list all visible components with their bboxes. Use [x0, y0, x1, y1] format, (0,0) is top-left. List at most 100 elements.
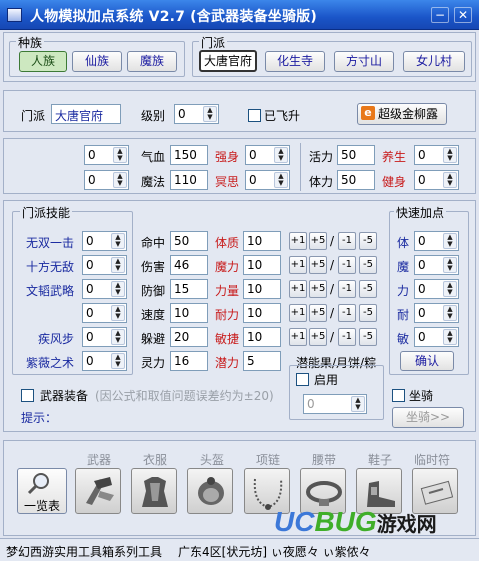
quick-attr-label: 敏: [397, 332, 410, 346]
quick-attr-spinner[interactable]: 0 ▲ ▼: [414, 279, 459, 299]
minus-five-button[interactable]: -5: [359, 280, 377, 298]
combat-stat-label: 躲避: [141, 332, 166, 346]
plus-five-button[interactable]: +5: [309, 304, 327, 322]
confirm-button[interactable]: 确认: [400, 351, 454, 371]
plus-one-button[interactable]: +1: [289, 328, 307, 346]
overview-button[interactable]: 一览表: [17, 468, 67, 514]
sect-option-datang[interactable]: 大唐官府: [199, 50, 257, 72]
qiangshen-spinner[interactable]: 0 ▲ ▼: [245, 145, 290, 165]
spin-arrows-icon[interactable]: ▲ ▼: [111, 281, 125, 297]
spin-arrows-icon[interactable]: ▲ ▼: [111, 353, 125, 369]
plus-five-button[interactable]: +5: [309, 328, 327, 346]
minus-five-button[interactable]: -5: [359, 304, 377, 322]
race-option-demon[interactable]: 魔族: [127, 51, 177, 72]
mp-point-spinner[interactable]: 0 ▲ ▼: [84, 170, 129, 190]
plus-five-button[interactable]: +5: [309, 280, 327, 298]
minus-one-button[interactable]: -1: [338, 328, 356, 346]
weapon-slot[interactable]: [75, 468, 121, 514]
hp-point-spinner[interactable]: 0 ▲ ▼: [84, 145, 129, 165]
mingsi-spinner[interactable]: 0 ▲ ▼: [245, 170, 290, 190]
minus-five-button[interactable]: -5: [359, 256, 377, 274]
mount-button[interactable]: 坐骑>>: [392, 407, 464, 428]
spin-arrows-icon[interactable]: ▲ ▼: [113, 172, 127, 188]
attribute-label: 力量: [215, 284, 240, 298]
adjust-separator: /: [330, 234, 335, 248]
quick-attr-spinner[interactable]: 0 ▲ ▼: [414, 255, 459, 275]
minimize-button[interactable]: −: [431, 7, 449, 23]
skill-name: 十方无敌: [26, 260, 75, 274]
spin-arrows-icon[interactable]: ▲ ▼: [203, 106, 217, 122]
super-jinliulu-button[interactable]: e 超级金柳露: [357, 103, 447, 125]
armor-slot[interactable]: [131, 468, 177, 514]
plus-one-button[interactable]: +1: [289, 304, 307, 322]
plus-one-button[interactable]: +1: [289, 280, 307, 298]
yangsheng-spinner[interactable]: 0 ▲ ▼: [414, 145, 459, 165]
race-sect-panel: 种族 人族 仙族 魔族 门派 大唐官府 化生寺 方寸山 女儿村: [3, 32, 476, 82]
sect-option-nver[interactable]: 女儿村: [403, 51, 465, 72]
spin-arrows-icon[interactable]: ▲ ▼: [443, 147, 457, 163]
attribute-label: 体质: [215, 236, 240, 250]
skill-spinner[interactable]: 0 ▲ ▼: [82, 231, 127, 251]
formula-note: (因公式和取值问题误差约为±20): [95, 389, 274, 403]
site-watermark: UCBUG游戏网 .com: [274, 506, 442, 550]
combat-stat-field: 20: [170, 327, 208, 347]
sect-option-huasheng[interactable]: 化生寺: [265, 51, 325, 72]
plus-one-button[interactable]: +1: [289, 256, 307, 274]
skill-spinner[interactable]: 0 ▲ ▼: [82, 351, 127, 371]
race-option-immortal[interactable]: 仙族: [72, 51, 122, 72]
race-option-human[interactable]: 人族: [19, 51, 67, 72]
minus-one-button[interactable]: -1: [338, 304, 356, 322]
spin-arrows-icon[interactable]: ▲ ▼: [274, 172, 288, 188]
spin-arrows-icon[interactable]: ▲ ▼: [443, 305, 457, 321]
spin-arrows-icon[interactable]: ▲ ▼: [111, 233, 125, 249]
minus-one-button[interactable]: -1: [338, 256, 356, 274]
plus-five-button[interactable]: +5: [309, 256, 327, 274]
ascend-checkbox[interactable]: [248, 109, 261, 122]
spin-arrows-icon[interactable]: ▲ ▼: [111, 257, 125, 273]
attribute-field: 10: [243, 255, 281, 275]
sect-option-fangcun[interactable]: 方寸山: [334, 51, 394, 72]
mingsi-label: 冥思: [215, 175, 240, 189]
minus-five-button[interactable]: -5: [359, 232, 377, 250]
sect-group-label: 门派: [199, 34, 228, 51]
mount-checkbox[interactable]: [392, 389, 405, 402]
quick-attr-spinner[interactable]: 0 ▲ ▼: [414, 327, 459, 347]
skill-spinner[interactable]: 0 ▲ ▼: [82, 279, 127, 299]
minus-five-button[interactable]: -5: [359, 328, 377, 346]
minus-one-button[interactable]: -1: [338, 280, 356, 298]
spin-arrows-icon[interactable]: ▲ ▼: [111, 329, 125, 345]
spin-arrows-icon[interactable]: ▲ ▼: [443, 329, 457, 345]
close-button[interactable]: ✕: [454, 7, 472, 23]
weapon-equip-checkbox[interactable]: [21, 389, 34, 402]
hp-label: 气血: [141, 150, 166, 164]
super-item-icon: e: [361, 106, 375, 120]
spin-arrows-icon[interactable]: ▲ ▼: [351, 396, 365, 412]
attribute-field: 10: [243, 231, 281, 251]
potential-spinner[interactable]: 0 ▲ ▼: [303, 394, 367, 414]
spin-arrows-icon[interactable]: ▲ ▼: [443, 257, 457, 273]
plus-five-button[interactable]: +5: [309, 232, 327, 250]
spin-arrows-icon[interactable]: ▲ ▼: [443, 172, 457, 188]
level-spinner[interactable]: 0 ▲ ▼: [174, 104, 219, 124]
mp-label: 魔法: [141, 175, 166, 189]
quick-attr-spinner[interactable]: 0 ▲ ▼: [414, 231, 459, 251]
skill-spinner[interactable]: 0 ▲ ▼: [82, 303, 127, 323]
potential-enable-checkbox[interactable]: [296, 373, 309, 386]
minus-one-button[interactable]: -1: [338, 232, 356, 250]
spin-arrows-icon[interactable]: ▲ ▼: [274, 147, 288, 163]
vitals-divider: [300, 143, 301, 191]
stamina-field: 50: [337, 170, 375, 190]
skill-spinner[interactable]: 0 ▲ ▼: [82, 255, 127, 275]
skill-name: 无双一击: [26, 236, 75, 250]
helmet-slot[interactable]: [187, 468, 233, 514]
spin-arrows-icon[interactable]: ▲ ▼: [113, 147, 127, 163]
skill-spinner[interactable]: 0 ▲ ▼: [82, 327, 127, 347]
app-icon: [7, 8, 22, 22]
spin-arrows-icon[interactable]: ▲ ▼: [443, 281, 457, 297]
spin-arrows-icon[interactable]: ▲ ▼: [111, 305, 125, 321]
quick-attr-spinner[interactable]: 0 ▲ ▼: [414, 303, 459, 323]
plus-one-button[interactable]: +1: [289, 232, 307, 250]
jianshen-spinner[interactable]: 0 ▲ ▼: [414, 170, 459, 190]
spin-arrows-icon[interactable]: ▲ ▼: [443, 233, 457, 249]
combat-stat-field: 10: [170, 303, 208, 323]
